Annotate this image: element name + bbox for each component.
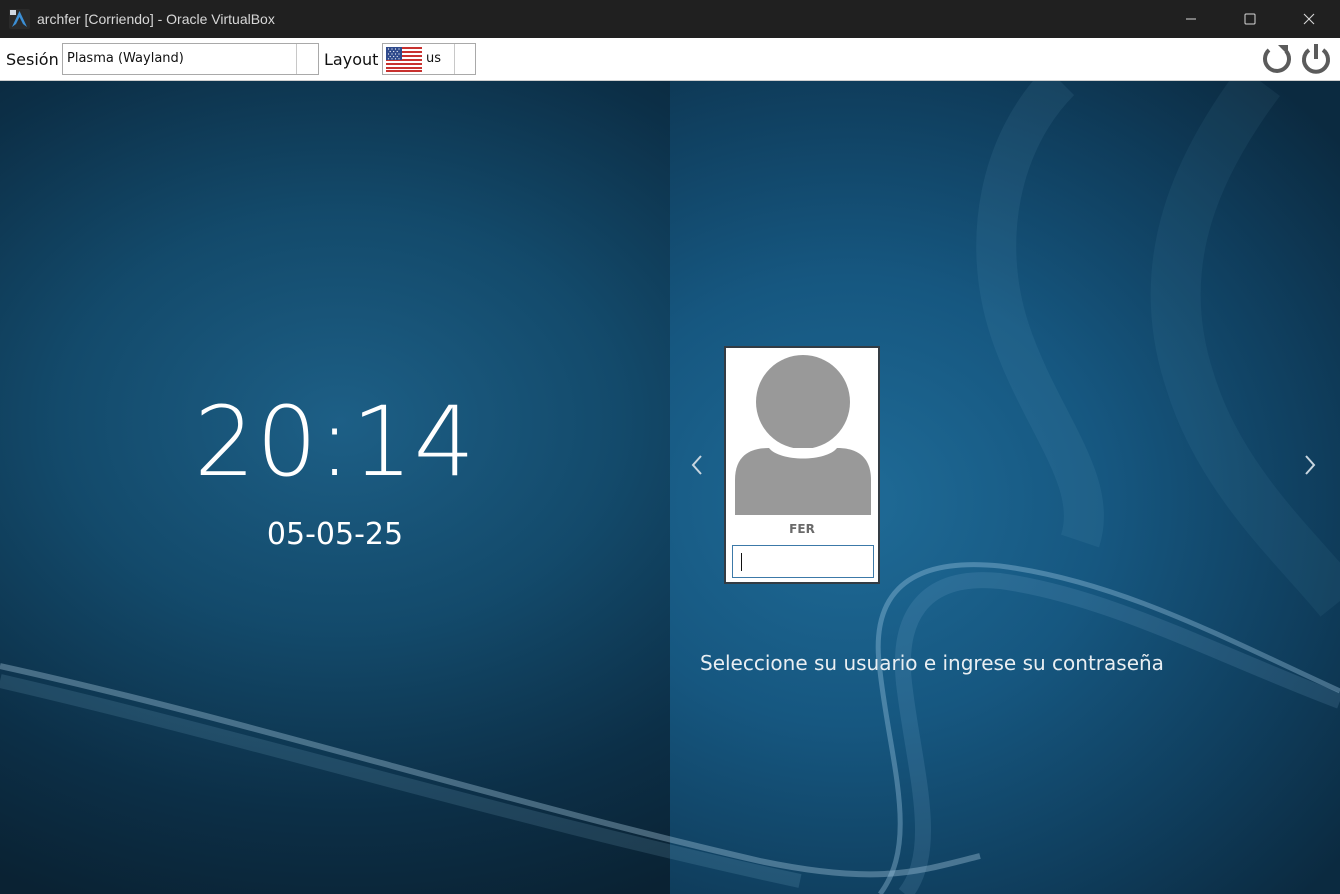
combo-divider bbox=[296, 44, 297, 74]
chevron-left-icon[interactable] bbox=[687, 452, 707, 478]
text-caret bbox=[741, 553, 742, 571]
greeter-toolbar: Sesión Plasma (Wayland) Layout us bbox=[0, 38, 1340, 81]
chevron-right-icon[interactable] bbox=[1300, 452, 1320, 478]
session-value: Plasma (Wayland) bbox=[67, 51, 184, 66]
close-icon bbox=[1303, 13, 1315, 25]
password-input[interactable] bbox=[732, 545, 874, 578]
session-label: Sesión bbox=[6, 50, 59, 69]
window-title-bar: archfer [Corriendo] - Oracle VirtualBox bbox=[0, 0, 1340, 38]
user-avatar-icon bbox=[735, 355, 871, 515]
window-title: archfer [Corriendo] - Oracle VirtualBox bbox=[37, 11, 275, 27]
layout-select[interactable]: us bbox=[382, 43, 476, 75]
greeter-screen: 20:14 05-05-25 FER Seleccione su usuario… bbox=[0, 81, 1340, 894]
reboot-icon[interactable] bbox=[1259, 41, 1295, 77]
minimize-button[interactable] bbox=[1161, 0, 1221, 38]
clock-time: 20:14 bbox=[194, 386, 476, 498]
maximize-button[interactable] bbox=[1220, 0, 1280, 38]
login-prompt: Seleccione su usuario e ingrese su contr… bbox=[700, 651, 1164, 675]
user-card[interactable]: FER bbox=[724, 346, 880, 584]
close-button[interactable] bbox=[1279, 0, 1339, 38]
virtualbox-arch-icon bbox=[9, 9, 30, 29]
us-flag-icon bbox=[386, 47, 422, 72]
maximize-icon bbox=[1244, 13, 1256, 25]
power-icon[interactable] bbox=[1298, 41, 1334, 77]
clock-date: 05-05-25 bbox=[266, 517, 404, 552]
session-select[interactable]: Plasma (Wayland) bbox=[62, 43, 319, 75]
layout-label: Layout bbox=[324, 50, 379, 69]
combo-divider bbox=[454, 44, 455, 74]
user-name: FER bbox=[789, 522, 815, 536]
layout-value: us bbox=[426, 51, 442, 66]
minimize-icon bbox=[1186, 18, 1196, 20]
